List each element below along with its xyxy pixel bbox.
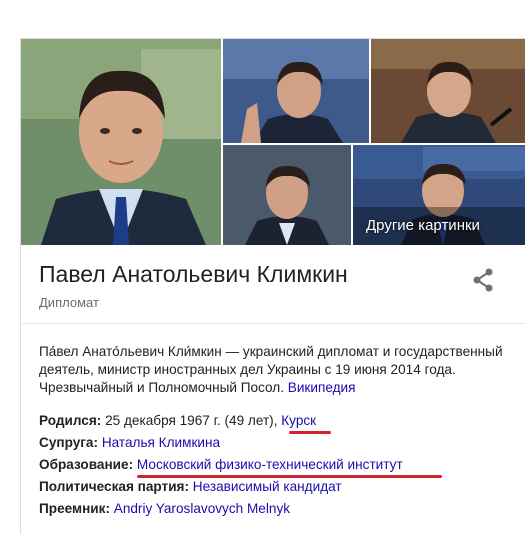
fact-successor: Преемник: Andriy Yaroslavovych Melnyk xyxy=(39,499,519,521)
knowledge-panel: Другие картинки Павел Анатольевич Климки… xyxy=(20,38,525,534)
fact-link-birthplace[interactable]: Курск xyxy=(281,413,316,428)
gallery-image-4[interactable] xyxy=(223,145,351,245)
fact-value: 25 декабря 1967 г. (49 лет), xyxy=(105,413,282,428)
fact-label: Родился: xyxy=(39,413,106,428)
fact-label: Супруга: xyxy=(39,435,102,450)
fact-label: Преемник: xyxy=(39,501,114,516)
gallery-image-3[interactable] xyxy=(371,39,525,143)
fact-born: Родился: 25 декабря 1967 г. (49 лет), Ку… xyxy=(39,411,519,434)
fact-link-education[interactable]: Московский физико-технический институт xyxy=(137,457,403,472)
entity-title: Павел Анатольевич Климкин xyxy=(39,261,348,287)
description-text: Па́вел Анато́льевич Кли́мкин — украински… xyxy=(39,344,503,395)
more-images-link[interactable]: Другие картинки xyxy=(366,217,480,234)
entity-subtitle: Дипломат xyxy=(39,295,99,310)
fact-label: Политическая партия: xyxy=(39,479,193,494)
image-gallery: Другие картинки xyxy=(21,39,525,245)
share-icon[interactable] xyxy=(471,267,495,293)
fact-link-spouse[interactable]: Наталья Климкина xyxy=(102,435,220,450)
facts-list: Родился: 25 декабря 1967 г. (49 лет), Ку… xyxy=(39,411,519,521)
fact-spouse: Супруга: Наталья Климкина xyxy=(39,433,519,455)
gallery-image-2[interactable] xyxy=(223,39,369,143)
fact-link-successor[interactable]: Andriy Yaroslavovych Melnyk xyxy=(114,501,290,516)
entity-description: Па́вел Анато́льевич Кли́мкин — украински… xyxy=(39,343,509,397)
divider xyxy=(21,323,525,324)
wikipedia-link[interactable]: Википедия xyxy=(288,380,356,395)
fact-label: Образование: xyxy=(39,457,137,472)
fact-education: Образование: Московский физико-техническ… xyxy=(39,455,519,478)
fact-party: Политическая партия: Независимый кандида… xyxy=(39,477,519,499)
fact-link-party[interactable]: Независимый кандидат xyxy=(193,479,342,494)
main-portrait-image[interactable] xyxy=(21,39,221,245)
